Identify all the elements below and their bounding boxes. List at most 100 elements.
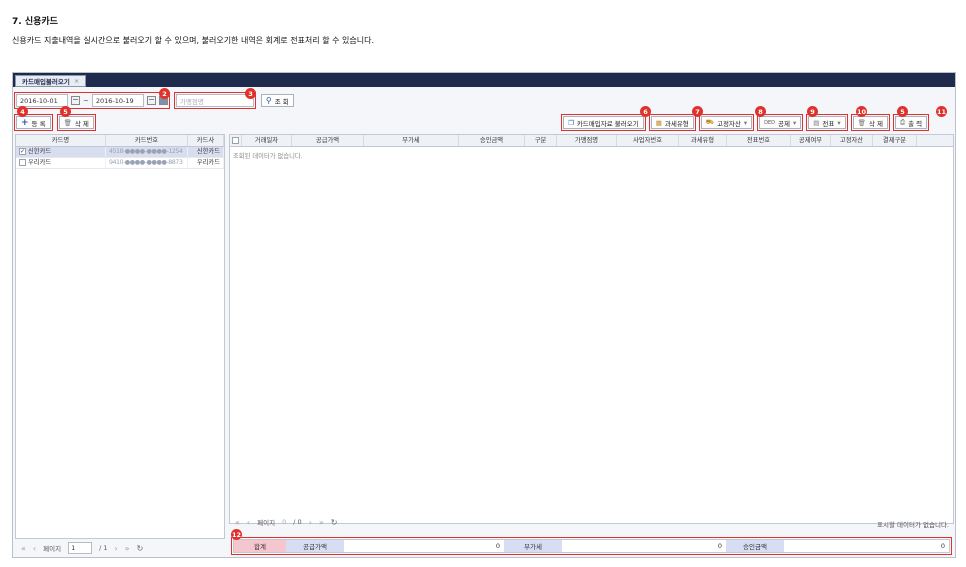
chevron-down-icon: ▾ xyxy=(837,118,841,127)
search-button[interactable]: ⚲ 조 회 xyxy=(260,94,294,107)
col-approve[interactable]: 승인금액 xyxy=(459,135,525,146)
card-number: 9410-●●●●-●●●●-8873 xyxy=(106,158,188,168)
callout-badge: 5 xyxy=(60,106,71,117)
date-range-group: 2016-10-01 ~ 2016-10-19 xyxy=(14,92,170,109)
callout-badge: 9 xyxy=(807,106,818,117)
print-label: 출 력 xyxy=(908,119,923,128)
col-supply[interactable]: 공급가액 xyxy=(292,135,364,146)
date-from-field[interactable]: 2016-10-01 xyxy=(16,94,68,107)
document-icon: ▤ xyxy=(813,118,820,127)
card-company: 우리카드 xyxy=(188,158,224,168)
summary-bar: 합계 공급가액 0 부가세 0 승인금액 0 xyxy=(231,537,952,555)
row-checkbox[interactable]: ✓ xyxy=(19,147,26,155)
add-button[interactable]: + 등 록 xyxy=(14,114,53,131)
calendar-icon[interactable] xyxy=(71,96,80,105)
sum-vat-value: 0 xyxy=(717,542,722,550)
prev-page-icon[interactable]: ‹ xyxy=(33,544,36,553)
sum-vat-label: 부가세 xyxy=(504,540,562,552)
callout-badge: 7 xyxy=(692,106,703,117)
delete-row-button[interactable]: 🗑 삭 제 xyxy=(850,114,890,131)
no-data-message: 표시할 데이터가 없습니다. xyxy=(877,521,949,529)
card-grid-header: 카드명 카드번호 카드사 xyxy=(16,135,224,147)
app-window: 카드매입불러오기 × 2016-10-01 ~ 2016-10-19 가맹점명 … xyxy=(12,72,956,558)
first-page-icon[interactable]: « xyxy=(21,544,26,553)
first-page-icon[interactable]: « xyxy=(235,518,240,527)
sum-supply-value: 0 xyxy=(495,542,500,550)
trash-icon: 🗑 xyxy=(857,118,866,127)
prev-page-icon[interactable]: ‹ xyxy=(247,518,250,527)
col-payment[interactable]: 결제구분 xyxy=(873,135,917,146)
pager-right: « ‹ 페이지 0 / 0 › » ↻ xyxy=(235,517,338,528)
last-page-icon[interactable]: » xyxy=(319,518,324,527)
callout-badge: 12 xyxy=(231,529,242,540)
chevron-down-icon: ▾ xyxy=(792,118,797,127)
callout-badge: 2 xyxy=(159,88,170,99)
add-label: 등 록 xyxy=(31,119,46,128)
page-label: 페이지 xyxy=(43,545,62,553)
callout-badge: 8 xyxy=(755,106,766,117)
col-biz-no[interactable]: 사업자번호 xyxy=(617,135,679,146)
header-checkbox[interactable] xyxy=(230,135,242,146)
row-checkbox[interactable] xyxy=(19,158,26,166)
last-page-icon[interactable]: » xyxy=(125,544,130,553)
col-vat[interactable]: 부가세 xyxy=(364,135,459,146)
page-total: / 0 xyxy=(293,518,302,526)
card-number: 4518-●●●●-●●●●-1254 xyxy=(106,147,188,157)
doc-title: 7. 신용카드 xyxy=(12,17,58,27)
next-page-icon[interactable]: › xyxy=(114,544,117,553)
pager-left: « ‹ 페이지 1 / 1 › » ↻ xyxy=(21,542,143,554)
next-page-icon[interactable]: › xyxy=(309,518,312,527)
col-card-name[interactable]: 카드명 xyxy=(16,135,106,146)
search-icon: ⚲ xyxy=(265,96,272,105)
sum-approve-label: 승인금액 xyxy=(726,540,784,552)
callout-badge: 5 xyxy=(897,106,908,117)
col-card-company[interactable]: 카드사 xyxy=(188,135,224,146)
tab-card-import[interactable]: 카드매입불러오기 × xyxy=(15,75,87,87)
print-button[interactable]: ⎙ 출 력 xyxy=(892,114,930,131)
vendor-search-input[interactable]: 가맹점명 xyxy=(173,92,256,109)
voucher-button[interactable]: ▤ 전표 ▾ xyxy=(806,114,848,131)
col-tax-type[interactable]: 과세유형 xyxy=(679,135,727,146)
delete-label: 삭 제 xyxy=(74,119,89,128)
col-asset[interactable]: 고정자산 xyxy=(831,135,873,146)
page-label: 페이지 xyxy=(257,519,276,527)
date-to-field[interactable]: 2016-10-19 xyxy=(91,94,144,107)
fixed-asset-button[interactable]: ⛟ 고정자산 ▾ xyxy=(698,114,755,131)
table-row[interactable]: 우리카드 9410-●●●●-●●●●-8873 우리카드 xyxy=(16,158,224,169)
col-type[interactable]: 구분 xyxy=(525,135,557,146)
card-name: 우리카드 xyxy=(28,159,52,166)
col-card-number[interactable]: 카드번호 xyxy=(106,135,188,146)
refresh-icon[interactable]: ↻ xyxy=(137,544,144,553)
col-deduct[interactable]: 공제여부 xyxy=(791,135,831,146)
import-card-button[interactable]: ❐ 카드매입자료 불러오기 xyxy=(561,114,646,131)
sum-total-label: 합계 xyxy=(234,540,286,552)
delete-row-label: 삭 제 xyxy=(868,119,883,128)
tab-close-icon[interactable]: × xyxy=(74,77,79,85)
date-separator: ~ xyxy=(83,96,89,105)
col-date[interactable]: 거래일자 xyxy=(242,135,292,146)
tab-bar: 카드매입불러오기 × xyxy=(13,73,955,87)
callout-badge: 11 xyxy=(936,106,947,117)
card-company: 신한카드 xyxy=(188,147,224,157)
doc-description: 신용카드 지출내역을 실시간으로 불러오기 할 수 있으며, 불러오기한 내역은… xyxy=(12,36,374,45)
callout-badge: 3 xyxy=(245,88,256,99)
page-input[interactable]: 1 xyxy=(68,542,93,554)
table-row[interactable]: ✓ 신한카드 4518-●●●●-●●●●-1254 신한카드 xyxy=(16,147,224,158)
col-voucher-no[interactable]: 전표번호 xyxy=(727,135,791,146)
deduct-button[interactable]: DED 공제 ▾ xyxy=(757,114,804,131)
tax-type-button[interactable]: ▦ 과세유형 xyxy=(648,114,696,131)
voucher-label: 전표 xyxy=(822,119,835,128)
deduct-label: 공제 xyxy=(778,119,790,128)
page-input[interactable]: 0 xyxy=(282,518,286,526)
refresh-icon[interactable]: ↻ xyxy=(331,518,338,527)
printer-icon: ⎙ xyxy=(899,118,906,126)
left-toolbar: + 등 록 🗑 삭 제 xyxy=(14,114,96,131)
tax-type-label: 과세유형 xyxy=(664,119,689,128)
sum-approve-value: 0 xyxy=(940,542,945,550)
col-vendor[interactable]: 가맹점명 xyxy=(557,135,617,146)
import-icon: ❐ xyxy=(568,118,574,127)
import-label: 카드매입자료 불러오기 xyxy=(576,119,639,128)
grid-icon: ▦ xyxy=(655,118,662,127)
calendar-icon[interactable] xyxy=(146,96,156,105)
delete-card-button[interactable]: 🗑 삭 제 xyxy=(56,114,96,131)
